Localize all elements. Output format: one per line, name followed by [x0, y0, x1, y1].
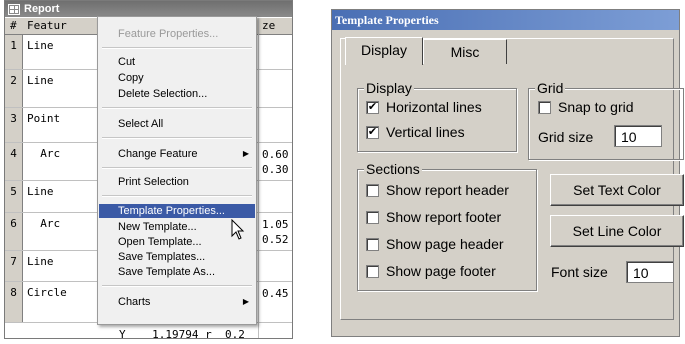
row-feature: Line: [27, 74, 54, 87]
grid-size-input[interactable]: 10: [614, 125, 662, 147]
checkbox-unchecked-icon: [366, 264, 379, 278]
column-header-num[interactable]: #: [10, 19, 17, 32]
row-number: 7: [5, 251, 23, 281]
menu-item-cut[interactable]: Cut: [99, 55, 255, 69]
row-feature: Line: [27, 255, 54, 268]
menu-separator: [102, 47, 252, 49]
checkbox-label: Show page footer: [386, 263, 496, 279]
snap-to-grid-checkbox[interactable]: Snap to grid: [538, 99, 634, 115]
row-feature: Line: [27, 185, 54, 198]
partial-row-values: Y 1.19794 r 0.2: [119, 328, 245, 339]
row-feature: Arc: [27, 147, 61, 160]
horizontal-lines-checkbox[interactable]: ✔ Horizontal lines: [366, 99, 482, 115]
display-group: Display ✔ Horizontal lines ✔ Vertical li…: [357, 80, 517, 152]
display-group-label: Display: [364, 80, 414, 96]
menu-item-template-properties[interactable]: Template Properties...: [99, 204, 255, 218]
menu-item-change-feature[interactable]: Change Feature ▶: [99, 147, 255, 161]
show-report-footer-checkbox[interactable]: Show report footer: [366, 209, 501, 225]
menu-separator: [102, 107, 252, 109]
row-number: 1: [5, 35, 23, 69]
row-number: 8: [5, 282, 23, 322]
dialog-body: Display Misc Display ✔ Horizontal lines …: [340, 37, 684, 320]
checkbox-unchecked-icon: [538, 100, 551, 114]
show-page-header-checkbox[interactable]: Show page header: [366, 236, 504, 252]
set-line-color-button[interactable]: Set Line Color: [550, 215, 684, 247]
row-value: 1.05: [262, 218, 289, 231]
menu-item-save-template-as[interactable]: Save Template As...: [99, 265, 255, 279]
row-number: 5: [5, 181, 23, 212]
menu-item-label: Charts: [118, 296, 151, 308]
report-title: Report: [24, 3, 60, 15]
report-grid-icon: [8, 3, 20, 15]
menu-separator: [102, 137, 252, 139]
set-text-color-button[interactable]: Set Text Color: [550, 174, 684, 206]
checkbox-checked-icon: ✔: [366, 125, 379, 139]
checkbox-checked-icon: ✔: [366, 100, 379, 114]
font-size-input[interactable]: 10: [626, 261, 674, 283]
column-header-feature[interactable]: Featur: [27, 19, 67, 32]
checkbox-unchecked-icon: [366, 237, 379, 251]
menu-separator: [102, 195, 252, 197]
menu-item-label: Change Feature: [118, 148, 198, 160]
template-properties-dialog: Template Properties Display Misc Display…: [331, 9, 684, 337]
sections-group-label: Sections: [364, 161, 422, 177]
row-feature: Arc: [27, 217, 61, 230]
vertical-lines-checkbox[interactable]: ✔ Vertical lines: [366, 124, 465, 140]
show-page-footer-checkbox[interactable]: Show page footer: [366, 263, 496, 279]
row-feature: Circle: [27, 286, 67, 299]
row-number: 2: [5, 70, 23, 107]
row-feature: Point: [27, 112, 61, 125]
row-number: 4: [5, 143, 23, 180]
menu-separator: [102, 285, 252, 287]
checkbox-unchecked-icon: [366, 210, 379, 224]
menu-item-select-all[interactable]: Select All: [99, 117, 255, 131]
checkbox-label: Show page header: [386, 236, 504, 252]
menu-item-save-templates[interactable]: Save Templates...: [99, 250, 255, 264]
report-window: Report # Featur ze 1 Line 2 Line 3 Point…: [4, 0, 293, 339]
checkbox-label: Show report footer: [386, 209, 502, 225]
sections-group: Sections Show report header Show report …: [357, 161, 537, 291]
grid-size-label: Grid size: [538, 129, 594, 145]
tab-display[interactable]: Display: [345, 37, 423, 65]
checkbox-label: Show report header: [386, 182, 509, 198]
display-tab-panel: Display ✔ Horizontal lines ✔ Vertical li…: [351, 71, 684, 311]
menu-item-copy[interactable]: Copy: [99, 71, 255, 85]
row-value: 0.30: [262, 163, 289, 176]
dialog-title[interactable]: Template Properties: [332, 10, 679, 30]
grid-group-label: Grid: [535, 80, 566, 96]
submenu-arrow-icon: ▶: [242, 149, 249, 158]
checkbox-label: Vertical lines: [386, 124, 465, 140]
menu-item-delete-selection[interactable]: Delete Selection...: [99, 87, 255, 101]
checkbox-label: Horizontal lines: [386, 99, 482, 115]
menu-separator: [102, 167, 252, 169]
grid-group: Grid Snap to grid Grid size 10: [528, 80, 684, 160]
row-number: 3: [5, 108, 23, 142]
checkbox-label: Snap to grid: [558, 99, 634, 115]
menu-item-charts[interactable]: Charts ▶: [99, 295, 255, 309]
tab-misc[interactable]: Misc: [423, 39, 507, 64]
menu-item-print-selection[interactable]: Print Selection: [99, 175, 255, 189]
submenu-arrow-icon: ▶: [242, 297, 249, 306]
checkbox-unchecked-icon: [366, 183, 379, 197]
show-report-header-checkbox[interactable]: Show report header: [366, 182, 509, 198]
row-value: 0.45: [262, 287, 289, 300]
row-number: 6: [5, 213, 23, 250]
font-size-label: Font size: [551, 264, 608, 280]
report-title-bar[interactable]: Report: [5, 1, 292, 17]
row-value: 0.52: [262, 233, 289, 246]
context-menu: Feature Properties... Cut Copy Delete Se…: [97, 16, 257, 325]
menu-item-feature-properties: Feature Properties...: [118, 28, 219, 40]
row-feature: Line: [27, 39, 54, 52]
column-header-size[interactable]: ze: [262, 19, 275, 32]
row-value: 0.60: [262, 148, 289, 161]
mouse-pointer-icon: [231, 219, 245, 240]
